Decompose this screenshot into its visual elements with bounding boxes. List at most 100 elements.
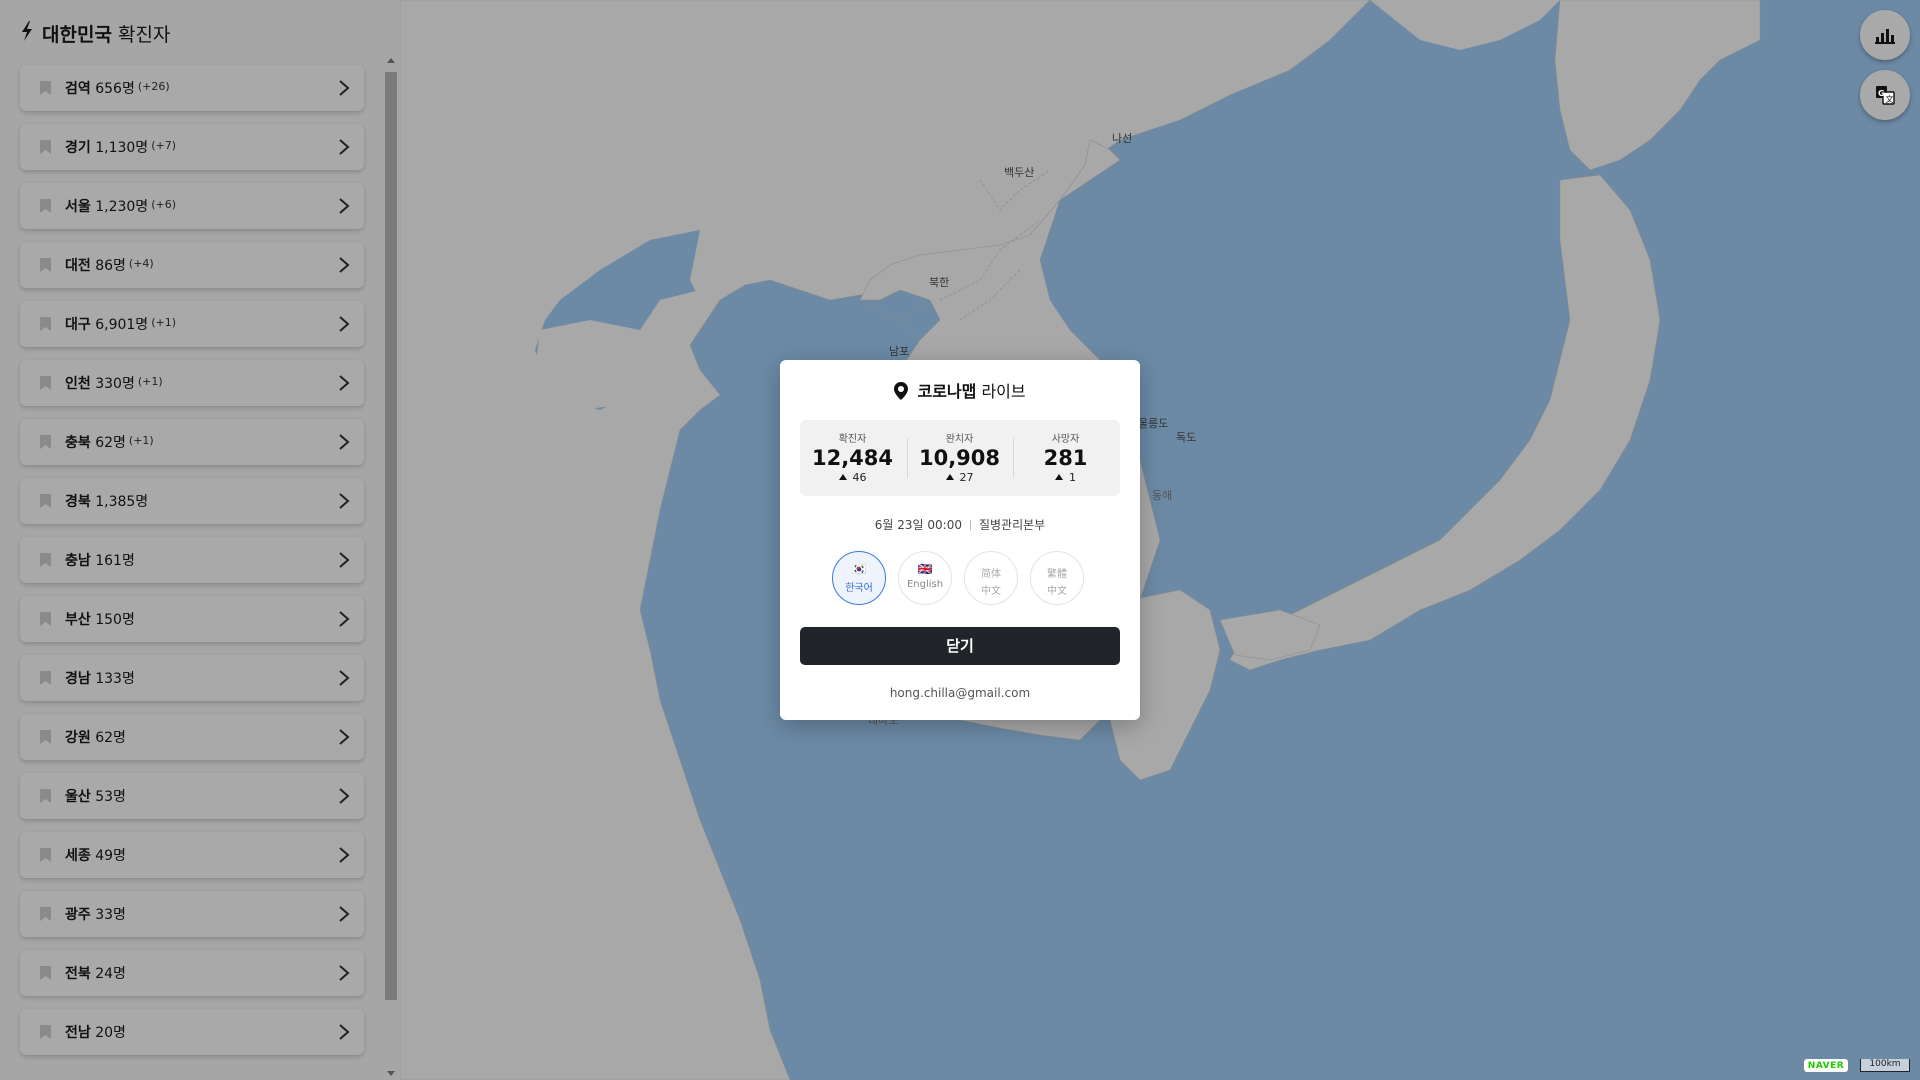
region-name: 세종: [65, 848, 91, 864]
stat-value: 12,484: [811, 446, 894, 470]
stats-box: 확진자 12,484 46 완치자 10,908 27 사망자 281 1: [800, 420, 1120, 496]
bookmark-icon[interactable]: [40, 140, 51, 154]
bookmark-icon[interactable]: [40, 553, 51, 567]
scroll-thumb[interactable]: [385, 72, 397, 1000]
bookmark-icon[interactable]: [40, 81, 51, 95]
language-label-bottom: 中文: [981, 586, 1001, 597]
region-card[interactable]: 충남 161명: [20, 537, 364, 583]
bookmark-icon[interactable]: [40, 730, 51, 744]
region-count: 1,130명: [95, 140, 149, 156]
language-button-english[interactable]: 🇬🇧 English: [898, 551, 952, 605]
scroll-up-arrow-icon[interactable]: [387, 58, 395, 63]
region-card[interactable]: 세종 49명: [20, 832, 364, 878]
region-card[interactable]: 경남 133명: [20, 655, 364, 701]
region-name: 경기: [65, 140, 91, 156]
region-delta: (+26): [137, 80, 170, 93]
uk-flag-icon: 🇬🇧: [917, 562, 933, 576]
bookmark-icon[interactable]: [40, 907, 51, 921]
bookmark-icon[interactable]: [40, 966, 51, 980]
region-card[interactable]: 충북 62명 (+1): [20, 419, 364, 465]
lightning-logo-icon: [20, 20, 34, 46]
region-card[interactable]: 울산 53명: [20, 773, 364, 819]
bookmark-icon[interactable]: [40, 789, 51, 803]
bookmark-icon[interactable]: [40, 258, 51, 272]
naver-logo[interactable]: NAVER: [1804, 1059, 1848, 1072]
region-text: 검역 656명 (+26): [65, 78, 170, 98]
scroll-down-arrow-icon[interactable]: [387, 1071, 395, 1076]
bookmark-icon[interactable]: [40, 612, 51, 626]
data-source: 질병관리본부: [978, 518, 1046, 532]
map-label-east-sea: 동해: [1152, 489, 1173, 502]
language-selector: 🇰🇷 한국어 🇬🇧 English 简体 中文 繁體 中文: [832, 551, 1092, 607]
stat-delta-value: 46: [852, 471, 867, 484]
contact-email[interactable]: hong.chilla@gmail.com: [780, 686, 1140, 700]
language-button-traditional-chinese[interactable]: 繁體 中文: [1030, 551, 1084, 605]
language-label-bottom: 中文: [1047, 586, 1067, 597]
close-button[interactable]: 닫기: [800, 627, 1120, 665]
stat-label: 사망자: [1051, 434, 1080, 445]
bookmark-icon[interactable]: [40, 317, 51, 331]
region-name: 충남: [65, 553, 91, 569]
region-card[interactable]: 부산 150명: [20, 596, 364, 642]
region-count: 33명: [95, 907, 126, 923]
modal-title: 코로나맵 라이브: [780, 378, 1140, 404]
region-card[interactable]: 인천 330명 (+1): [20, 360, 364, 406]
region-name: 인천: [65, 376, 91, 392]
language-button-korean[interactable]: 🇰🇷 한국어: [832, 551, 886, 605]
chevron-right-icon: [339, 847, 350, 863]
map-label-najin: 나선: [1112, 132, 1133, 145]
translate-button[interactable]: G 文: [1860, 70, 1910, 120]
bookmark-icon[interactable]: [40, 435, 51, 449]
bookmark-icon[interactable]: [40, 494, 51, 508]
region-text: 전남 20명: [65, 1022, 129, 1042]
bookmark-icon[interactable]: [40, 1025, 51, 1039]
region-card[interactable]: 경북 1,385명: [20, 478, 364, 524]
bookmark-icon[interactable]: [40, 199, 51, 213]
bookmark-icon[interactable]: [40, 671, 51, 685]
region-card[interactable]: 전남 20명: [20, 1009, 364, 1055]
info-modal: 코로나맵 라이브 확진자 12,484 46 완치자 10,908 27 사망자…: [780, 360, 1140, 720]
region-name: 검역: [65, 81, 91, 97]
chevron-right-icon: [339, 611, 350, 627]
region-card[interactable]: 강원 62명: [20, 714, 364, 760]
region-count: 62명: [95, 730, 126, 746]
region-name: 울산: [65, 789, 91, 805]
region-count: 62명: [95, 435, 126, 451]
modal-meta: 6월 23일 00:00 질병관리본부: [780, 516, 1140, 533]
region-text: 울산 53명: [65, 786, 129, 806]
svg-text:G: G: [1878, 89, 1885, 98]
region-card[interactable]: 대구 6,901명 (+1): [20, 301, 364, 347]
region-text: 세종 49명: [65, 845, 129, 865]
bookmark-icon[interactable]: [40, 848, 51, 862]
region-card[interactable]: 검역 656명 (+26): [20, 65, 364, 111]
region-delta: (+1): [137, 375, 163, 388]
bookmark-icon[interactable]: [40, 376, 51, 390]
region-card[interactable]: 대전 86명 (+4): [20, 242, 364, 288]
region-count: 20명: [95, 1025, 126, 1041]
language-button-simplified-chinese[interactable]: 简体 中文: [964, 551, 1018, 605]
chevron-right-icon: [339, 729, 350, 745]
region-name: 전북: [65, 966, 91, 982]
map-label-ulleung: 울릉도: [1138, 417, 1169, 430]
chevron-right-icon: [339, 198, 350, 214]
region-count: 49명: [95, 848, 126, 864]
language-label-top: 繁體: [1047, 569, 1067, 580]
region-card[interactable]: 전북 24명: [20, 950, 364, 996]
up-triangle-icon: [1055, 474, 1063, 480]
region-name: 대전: [65, 258, 91, 274]
region-name: 부산: [65, 612, 91, 628]
chevron-right-icon: [339, 552, 350, 568]
region-count: 1,230명: [95, 199, 149, 215]
meta-divider: [969, 520, 971, 530]
region-card[interactable]: 서울 1,230명 (+6): [20, 183, 364, 229]
region-name: 전남: [65, 1025, 91, 1041]
region-delta: (+7): [151, 139, 176, 152]
chevron-right-icon: [339, 788, 350, 804]
region-card[interactable]: 경기 1,130명 (+7): [20, 124, 364, 170]
sidebar-title: 대한민국 확진자: [42, 20, 170, 47]
stats-button[interactable]: [1860, 10, 1910, 60]
stat-value: 10,908: [918, 446, 1001, 470]
region-card[interactable]: 광주 33명: [20, 891, 364, 937]
sidebar-header: 대한민국 확진자: [20, 18, 170, 48]
scrollbar[interactable]: [384, 58, 398, 1080]
